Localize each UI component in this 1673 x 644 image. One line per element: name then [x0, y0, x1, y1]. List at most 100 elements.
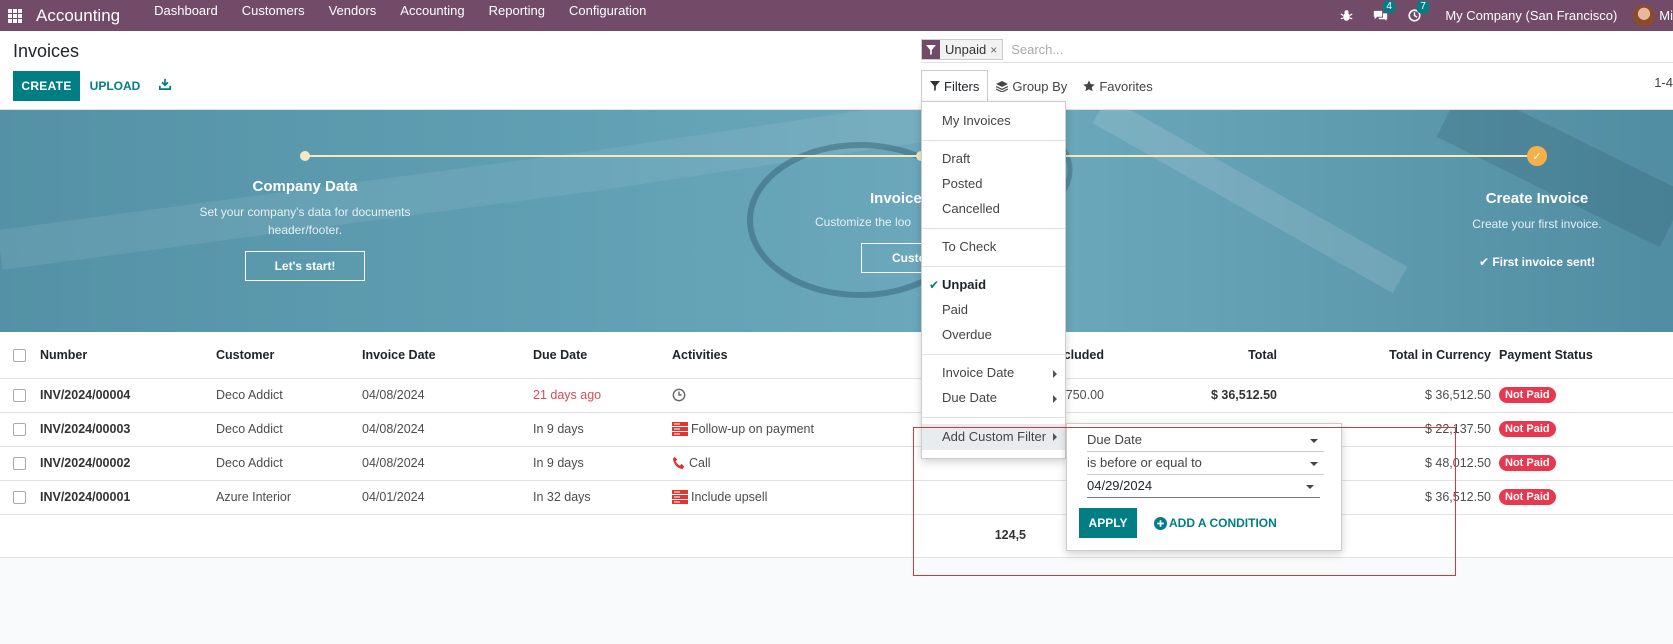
lets-start-button[interactable]: Let's start!	[245, 251, 365, 281]
todo-icon[interactable]	[672, 490, 688, 505]
filter-invoice-date[interactable]: Invoice Date	[922, 362, 1065, 384]
row-checkbox[interactable]	[13, 423, 26, 437]
filter-invoice-date-label: Invoice Date	[942, 365, 1015, 380]
favorites-label: Favorites	[1099, 78, 1153, 94]
add-custom-filter[interactable]: Add Custom Filter	[922, 424, 1065, 450]
filter-operator-value: is before or equal to	[1087, 455, 1202, 470]
caret-right-icon	[1053, 433, 1057, 441]
col-customer[interactable]: Customer	[216, 332, 362, 378]
invoice-activity[interactable]: Include upsell	[672, 480, 920, 514]
status-cell: Not Paid	[1491, 446, 1673, 480]
table-row[interactable]: INV/2024/00003 Deco Addict 04/08/2024 In…	[0, 412, 1673, 446]
filter-facet-icon	[922, 40, 940, 59]
col-number[interactable]: Number	[40, 332, 216, 378]
user-name[interactable]: Mi	[1659, 8, 1673, 23]
filter-posted[interactable]: Posted	[922, 173, 1065, 195]
filter-date-input[interactable]: 04/29/2024	[1087, 476, 1320, 498]
control-panel: Invoices CREATE UPLOAD Unpaid × Filters …	[0, 31, 1673, 110]
col-invoice-date[interactable]: Invoice Date	[362, 332, 533, 378]
add-custom-filter-label: Add Custom Filter	[942, 429, 1047, 444]
invoice-activity[interactable]	[672, 378, 920, 412]
invoice-due-date: In 9 days	[533, 422, 584, 436]
step-desc-line: header/footer.	[267, 223, 343, 237]
status-badge: Not Paid	[1499, 387, 1556, 403]
add-condition-label: ADD A CONDITION	[1169, 516, 1277, 530]
table-row[interactable]: INV/2024/00004 Deco Addict 04/08/2024 21…	[0, 378, 1673, 412]
filter-to-check[interactable]: To Check	[922, 236, 1065, 258]
table-row[interactable]: INV/2024/00001 Azure Interior 04/01/2024…	[0, 480, 1673, 514]
filter-cancelled[interactable]: Cancelled	[922, 198, 1065, 220]
step-description: Create your first invoice.	[1472, 217, 1602, 231]
facet-remove-icon[interactable]: ×	[990, 43, 1002, 57]
systray: 4 7 My Company (San Francisco) Mi	[1329, 0, 1673, 31]
invoice-due-date: In 9 days	[533, 456, 584, 470]
menu-customers[interactable]: Customers	[230, 0, 317, 31]
invoice-date: 04/08/2024	[362, 422, 425, 436]
invoice-date: 04/01/2024	[362, 490, 425, 504]
upload-button[interactable]: UPLOAD	[90, 71, 141, 101]
filter-operator-select[interactable]: is before or equal to	[1087, 453, 1324, 475]
apps-menu-icon[interactable]	[0, 0, 30, 31]
clock-icon[interactable]	[672, 388, 686, 402]
activities-clock-icon[interactable]: 7	[1397, 0, 1431, 31]
todo-icon[interactable]	[672, 422, 688, 437]
dropdown-divider	[922, 228, 1065, 229]
col-activities[interactable]: Activities	[672, 332, 920, 378]
menu-configuration[interactable]: Configuration	[557, 0, 658, 31]
row-checkbox[interactable]	[13, 491, 26, 505]
filter-due-date[interactable]: Due Date	[922, 387, 1065, 409]
filter-paid[interactable]: Paid	[922, 299, 1065, 321]
invoice-activity[interactable]: Call	[672, 446, 920, 480]
create-button[interactable]: CREATE	[13, 71, 80, 101]
apply-button[interactable]: APPLY	[1079, 508, 1137, 538]
row-checkbox[interactable]	[13, 457, 26, 471]
invoice-activity[interactable]: Follow-up on payment	[672, 412, 920, 446]
user-avatar[interactable]	[1633, 4, 1656, 27]
select-all-checkbox[interactable]	[13, 348, 26, 362]
col-due-date[interactable]: Due Date	[533, 332, 672, 378]
messages-chat-icon[interactable]: 4	[1363, 0, 1397, 31]
menu-reporting[interactable]: Reporting	[477, 0, 557, 31]
group-by-toggle[interactable]: Group By	[988, 70, 1075, 102]
table-row[interactable]: INV/2024/00002 Deco Addict 04/08/2024 In…	[0, 446, 1673, 480]
top-navbar: Accounting Dashboard Customers Vendors A…	[0, 0, 1673, 31]
table-header: Number Customer Invoice Date Due Date Ac…	[0, 332, 1673, 378]
col-total-currency[interactable]: Total in Currency	[1277, 332, 1491, 378]
favorites-toggle[interactable]: Favorites	[1075, 70, 1160, 102]
menu-accounting[interactable]: Accounting	[388, 0, 476, 31]
company-switcher[interactable]: My Company (San Francisco)	[1445, 8, 1617, 23]
app-name[interactable]: Accounting	[36, 6, 120, 26]
page-title[interactable]: Invoices	[13, 41, 79, 62]
col-payment-status[interactable]: Payment Status	[1491, 332, 1673, 378]
download-icon[interactable]	[156, 73, 174, 95]
filter-unpaid[interactable]: ✔ Unpaid	[922, 274, 1065, 296]
col-total[interactable]: Total	[1104, 332, 1277, 378]
row-select-cell	[0, 412, 40, 446]
step-company-data: Company Data Set your company's data for…	[185, 178, 425, 281]
filter-field-select[interactable]: Due Date	[1087, 430, 1324, 452]
invoice-due-date: In 32 days	[533, 490, 591, 504]
filter-my-invoices[interactable]: My Invoices	[922, 110, 1065, 132]
star-icon	[1083, 80, 1096, 92]
chevron-down-icon	[1306, 485, 1314, 489]
add-condition-button[interactable]: ADD A CONDITION	[1154, 508, 1277, 538]
search-input[interactable]	[1011, 42, 1512, 57]
phone-icon[interactable]	[672, 456, 686, 470]
invoice-number: INV/2024/00004	[40, 388, 131, 402]
filters-toggle[interactable]: Filters	[921, 70, 989, 102]
filter-unpaid-label: Unpaid	[942, 277, 987, 292]
custom-filter-panel: Due Date is before or equal to 04/29/202…	[1066, 423, 1342, 551]
debug-bug-icon[interactable]	[1329, 0, 1363, 31]
menu-vendors[interactable]: Vendors	[317, 0, 389, 31]
invoice-number: INV/2024/00002	[40, 456, 131, 470]
filters-label: Filters	[944, 78, 980, 94]
menu-dashboard[interactable]: Dashboard	[142, 0, 230, 31]
step-done-check-icon: ✓	[1527, 146, 1547, 166]
dropdown-divider	[922, 266, 1065, 267]
step-done-text: First invoice sent!	[1492, 255, 1596, 269]
customize-button[interactable]: Custo	[861, 243, 921, 273]
filter-overdue[interactable]: Overdue	[922, 324, 1065, 346]
row-checkbox[interactable]	[13, 389, 26, 403]
filter-draft[interactable]: Draft	[922, 148, 1065, 170]
pager-value[interactable]: 1-4	[1654, 75, 1673, 90]
